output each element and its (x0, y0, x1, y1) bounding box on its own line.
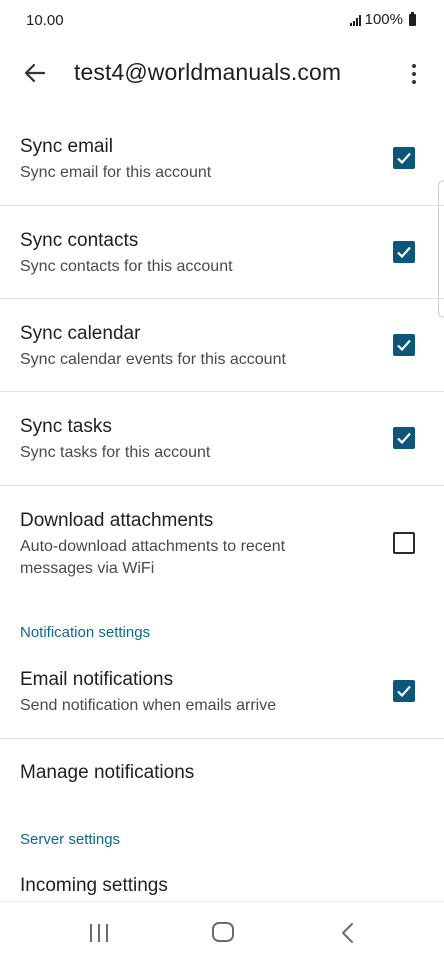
signal-icon (349, 14, 361, 26)
setting-subtitle: Sync contacts for this account (20, 258, 233, 275)
nav-back-button[interactable] (338, 922, 358, 944)
section-header-notifications: Notification settings (20, 624, 151, 641)
setting-sync-contacts[interactable]: Sync contacts Sync contacts for this acc… (0, 205, 444, 299)
sync-tasks-checkbox[interactable] (393, 427, 415, 449)
back-button[interactable] (20, 58, 50, 88)
status-indicators: 100% (349, 11, 416, 28)
more-vert-icon (412, 64, 416, 68)
page-title: test4@worldmanuals.com (74, 59, 342, 85)
setting-title: Email notifications (20, 669, 174, 690)
check-icon (397, 432, 411, 445)
setting-title: Sync tasks (20, 416, 112, 437)
check-icon (397, 685, 411, 698)
setting-title: Download attachments (20, 510, 214, 531)
recent-apps-button[interactable] (88, 924, 110, 942)
arrow-left-icon (24, 63, 46, 83)
sync-email-checkbox[interactable] (393, 147, 415, 169)
setting-email-notifications[interactable]: Email notifications Send notification wh… (0, 652, 444, 739)
setting-sync-calendar[interactable]: Sync calendar Sync calendar events for t… (0, 298, 444, 392)
recent-apps-icon (90, 924, 92, 942)
app-bar: test4@worldmanuals.com (0, 44, 444, 104)
more-options-button[interactable] (402, 58, 426, 90)
setting-subtitle: Sync email for this account (20, 164, 212, 181)
sync-contacts-checkbox[interactable] (393, 241, 415, 263)
check-icon (397, 339, 411, 352)
setting-title: Incoming settings (20, 875, 168, 896)
setting-title: Manage notifications (20, 762, 195, 783)
system-nav-bar (0, 901, 444, 962)
status-time: 10.00 (26, 12, 64, 29)
check-icon (397, 152, 411, 165)
email-notifications-checkbox[interactable] (393, 680, 415, 702)
setting-title: Sync contacts (20, 230, 139, 251)
setting-sync-tasks[interactable]: Sync tasks Sync tasks for this account (0, 391, 444, 486)
setting-subtitle: Sync tasks for this account (20, 444, 211, 461)
download-attachments-checkbox[interactable] (393, 532, 415, 554)
setting-subtitle: Sync calendar events for this account (20, 351, 286, 368)
chevron-left-icon (342, 923, 353, 943)
home-button[interactable] (212, 922, 234, 942)
setting-download-attachments[interactable]: Download attachments Auto-download attac… (0, 485, 444, 598)
incoming-settings-item[interactable]: Incoming settings (0, 857, 444, 903)
setting-subtitle-line1: Auto-download attachments to recent (20, 538, 286, 555)
sync-calendar-checkbox[interactable] (393, 334, 415, 356)
setting-title: Sync calendar (20, 323, 141, 344)
manage-notifications-item[interactable]: Manage notifications (0, 738, 444, 810)
setting-sync-email[interactable]: Sync email Sync email for this account (0, 112, 444, 206)
status-bar: 10.00 100% (0, 0, 444, 44)
setting-subtitle: Send notification when emails arrive (20, 697, 277, 714)
battery-icon (409, 11, 416, 26)
setting-title: Sync email (20, 136, 113, 157)
check-icon (397, 246, 411, 259)
setting-subtitle-line2: messages via WiFi (20, 560, 155, 577)
battery-percent: 100% (364, 11, 403, 28)
section-header-server: Server settings (20, 831, 121, 848)
